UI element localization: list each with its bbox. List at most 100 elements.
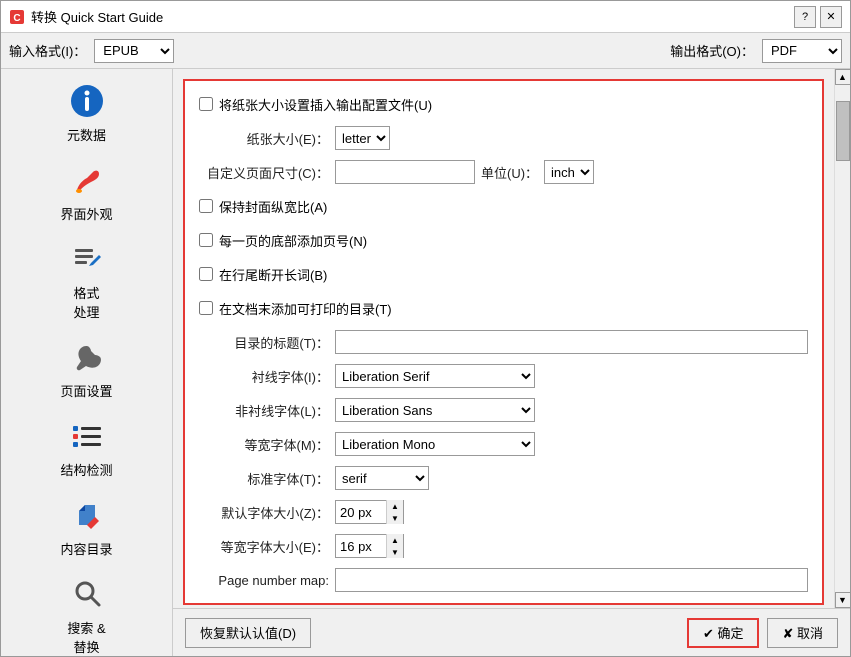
custom-size-row: 自定义页面尺寸(C)： 单位(U)： inch cm mm — [199, 159, 808, 185]
main-content: 元数据 界面外观 — [1, 69, 850, 656]
sidebar: 元数据 界面外观 — [1, 69, 173, 656]
custom-size-input[interactable] — [335, 160, 475, 184]
main-window: C 转换 Quick Start Guide ? ✕ 输入格式(I)： EPUB… — [0, 0, 851, 657]
checkbox-toc[interactable] — [199, 301, 213, 315]
output-format-select[interactable]: PDF — [762, 39, 842, 63]
sidebar-item-search[interactable]: 搜索 & 替换 — [1, 566, 172, 656]
sidebar-item-look[interactable]: 界面外观 — [1, 152, 172, 231]
sans-font-row: 非衬线字体(L)： Liberation Sans Arial Helvetic… — [199, 397, 808, 423]
checkbox-row-4: 在行尾断开长词(B) — [199, 261, 808, 287]
paper-size-label: 纸张大小(E)： — [199, 129, 329, 148]
sans-font-select[interactable]: Liberation Sans Arial Helvetica — [335, 398, 535, 422]
unit-select[interactable]: inch cm mm — [544, 160, 594, 184]
mono-size-up[interactable]: ▲ — [387, 534, 403, 546]
edit-icon — [67, 239, 107, 279]
window-title: 转换 Quick Start Guide — [31, 7, 788, 26]
mono-size-spinner: ▲ ▼ — [335, 534, 404, 558]
sidebar-item-page[interactable]: 页面设置 — [1, 329, 172, 408]
checkbox-pagenum-label: 每一页的底部添加页号(N) — [219, 231, 367, 250]
mono-size-row: 等宽字体大小(E)： ▲ ▼ — [199, 533, 808, 559]
unit-label: 单位(U)： — [481, 163, 538, 182]
checkbox-paper-size[interactable] — [199, 97, 213, 111]
sidebar-label-metadata: 元数据 — [67, 125, 106, 144]
default-size-input[interactable] — [336, 501, 386, 523]
serif-font-label: 衬线字体(I)： — [199, 367, 329, 386]
reset-button[interactable]: 恢复默认认值(D) — [185, 618, 311, 648]
search-icon — [67, 574, 107, 614]
scroll-down-arrow[interactable]: ▼ — [835, 592, 851, 608]
mono-font-row: 等宽字体(M)： Liberation Mono Courier New — [199, 431, 808, 457]
btn-group: ✔ 确定 ✘ 取消 — [687, 618, 838, 648]
sidebar-label-search: 搜索 & 替换 — [67, 618, 105, 656]
sidebar-label-transform: 格式 处理 — [73, 283, 99, 321]
default-size-down[interactable]: ▼ — [387, 512, 403, 524]
scroll-up-arrow[interactable]: ▲ — [835, 69, 851, 85]
mono-font-label: 等宽字体(M)： — [199, 435, 329, 454]
serif-font-select[interactable]: Liberation Serif Times New Roman Georgia — [335, 364, 535, 388]
list-icon — [67, 416, 107, 456]
checkbox-pagenum[interactable] — [199, 233, 213, 247]
mono-size-spinner-btns: ▲ ▼ — [386, 534, 403, 558]
input-format-label: 输入格式(I)： — [9, 41, 86, 60]
scrollbar-thumb[interactable] — [836, 101, 850, 161]
settings-scroll-content: 将纸张大小设置插入输出配置文件(U) 纸张大小(E)： letter A4 A5 — [173, 69, 834, 608]
sidebar-label-page: 页面设置 — [60, 381, 112, 400]
sidebar-label-structure: 结构检测 — [60, 460, 112, 479]
mono-size-label: 等宽字体大小(E)： — [199, 537, 329, 556]
default-size-row: 默认字体大小(Z)： ▲ ▼ — [199, 499, 808, 525]
std-font-select[interactable]: serif sans-serif monospace — [335, 466, 429, 490]
checkbox-row-2: 保持封面纵宽比(A) — [199, 193, 808, 219]
svg-text:C: C — [13, 13, 20, 24]
default-size-up[interactable]: ▲ — [387, 500, 403, 512]
default-size-label: 默认字体大小(Z)： — [199, 503, 329, 522]
input-format-select[interactable]: EPUB — [94, 39, 174, 63]
checkbox-paper-size-label: 将纸张大小设置插入输出配置文件(U) — [219, 95, 432, 114]
std-font-row: 标准字体(T)： serif sans-serif monospace — [199, 465, 808, 491]
bottom-bar: 恢复默认认值(D) ✔ 确定 ✘ 取消 — [173, 608, 850, 656]
output-format-label: 输出格式(O)： — [670, 41, 754, 60]
paper-size-row: 纸张大小(E)： letter A4 A5 — [199, 125, 808, 151]
right-scrollbar: ▲ ▼ — [834, 69, 850, 608]
close-button[interactable]: ✕ — [820, 6, 842, 28]
sidebar-label-toc: 内容目录 — [60, 539, 112, 558]
help-button[interactable]: ? — [794, 6, 816, 28]
serif-font-row: 衬线字体(I)： Liberation Serif Times New Roma… — [199, 363, 808, 389]
checkbox-toc-label: 在文档末添加可打印的目录(T) — [219, 299, 392, 318]
cancel-button[interactable]: ✘ 取消 — [767, 618, 838, 648]
custom-size-label: 自定义页面尺寸(C)： — [199, 163, 329, 182]
toolbar: 输入格式(I)： EPUB 输出格式(O)： PDF — [1, 33, 850, 69]
default-size-spinner-btns: ▲ ▼ — [386, 500, 403, 524]
checkbox-cover[interactable] — [199, 199, 213, 213]
wrench-icon — [67, 337, 107, 377]
toc-title-input[interactable] — [335, 330, 808, 354]
checkbox-linebreak[interactable] — [199, 267, 213, 281]
checkbox-cover-label: 保持封面纵宽比(A) — [219, 197, 327, 216]
confirm-button[interactable]: ✔ 确定 — [687, 618, 760, 648]
page-num-map-row: Page number map: — [199, 567, 808, 593]
toc-title-label: 目录的标题(T)： — [199, 333, 329, 352]
info-icon — [67, 81, 107, 121]
checkbox-row-1: 将纸张大小设置插入输出配置文件(U) — [199, 91, 808, 117]
page-num-map-input[interactable] — [335, 568, 808, 592]
std-font-label: 标准字体(T)： — [199, 469, 329, 488]
title-bar-controls: ? ✕ — [794, 6, 842, 28]
paper-size-select[interactable]: letter A4 A5 — [335, 126, 390, 150]
mono-size-down[interactable]: ▼ — [387, 546, 403, 558]
mono-font-select[interactable]: Liberation Mono Courier New — [335, 432, 535, 456]
toc-title-row: 目录的标题(T)： — [199, 329, 808, 355]
checkbox-row-3: 每一页的底部添加页号(N) — [199, 227, 808, 253]
sans-font-label: 非衬线字体(L)： — [199, 401, 329, 420]
default-size-spinner: ▲ ▼ — [335, 500, 404, 524]
settings-with-scroll: 将纸张大小设置插入输出配置文件(U) 纸张大小(E)： letter A4 A5 — [173, 69, 850, 608]
app-icon: C — [9, 9, 25, 25]
mono-size-input[interactable] — [336, 535, 386, 557]
content-panel: 将纸张大小设置插入输出配置文件(U) 纸张大小(E)： letter A4 A5 — [173, 69, 850, 656]
sidebar-item-toc[interactable]: 内容目录 — [1, 487, 172, 566]
checkbox-row-5: 在文档末添加可打印的目录(T) — [199, 295, 808, 321]
settings-box: 将纸张大小设置插入输出配置文件(U) 纸张大小(E)： letter A4 A5 — [183, 79, 824, 605]
sidebar-item-transform[interactable]: 格式 处理 — [1, 231, 172, 329]
checkbox-linebreak-label: 在行尾断开长词(B) — [219, 265, 327, 284]
sidebar-item-metadata[interactable]: 元数据 — [1, 73, 172, 152]
sidebar-item-structure[interactable]: 结构检测 — [1, 408, 172, 487]
toolbar-right: 输出格式(O)： PDF — [670, 39, 842, 63]
